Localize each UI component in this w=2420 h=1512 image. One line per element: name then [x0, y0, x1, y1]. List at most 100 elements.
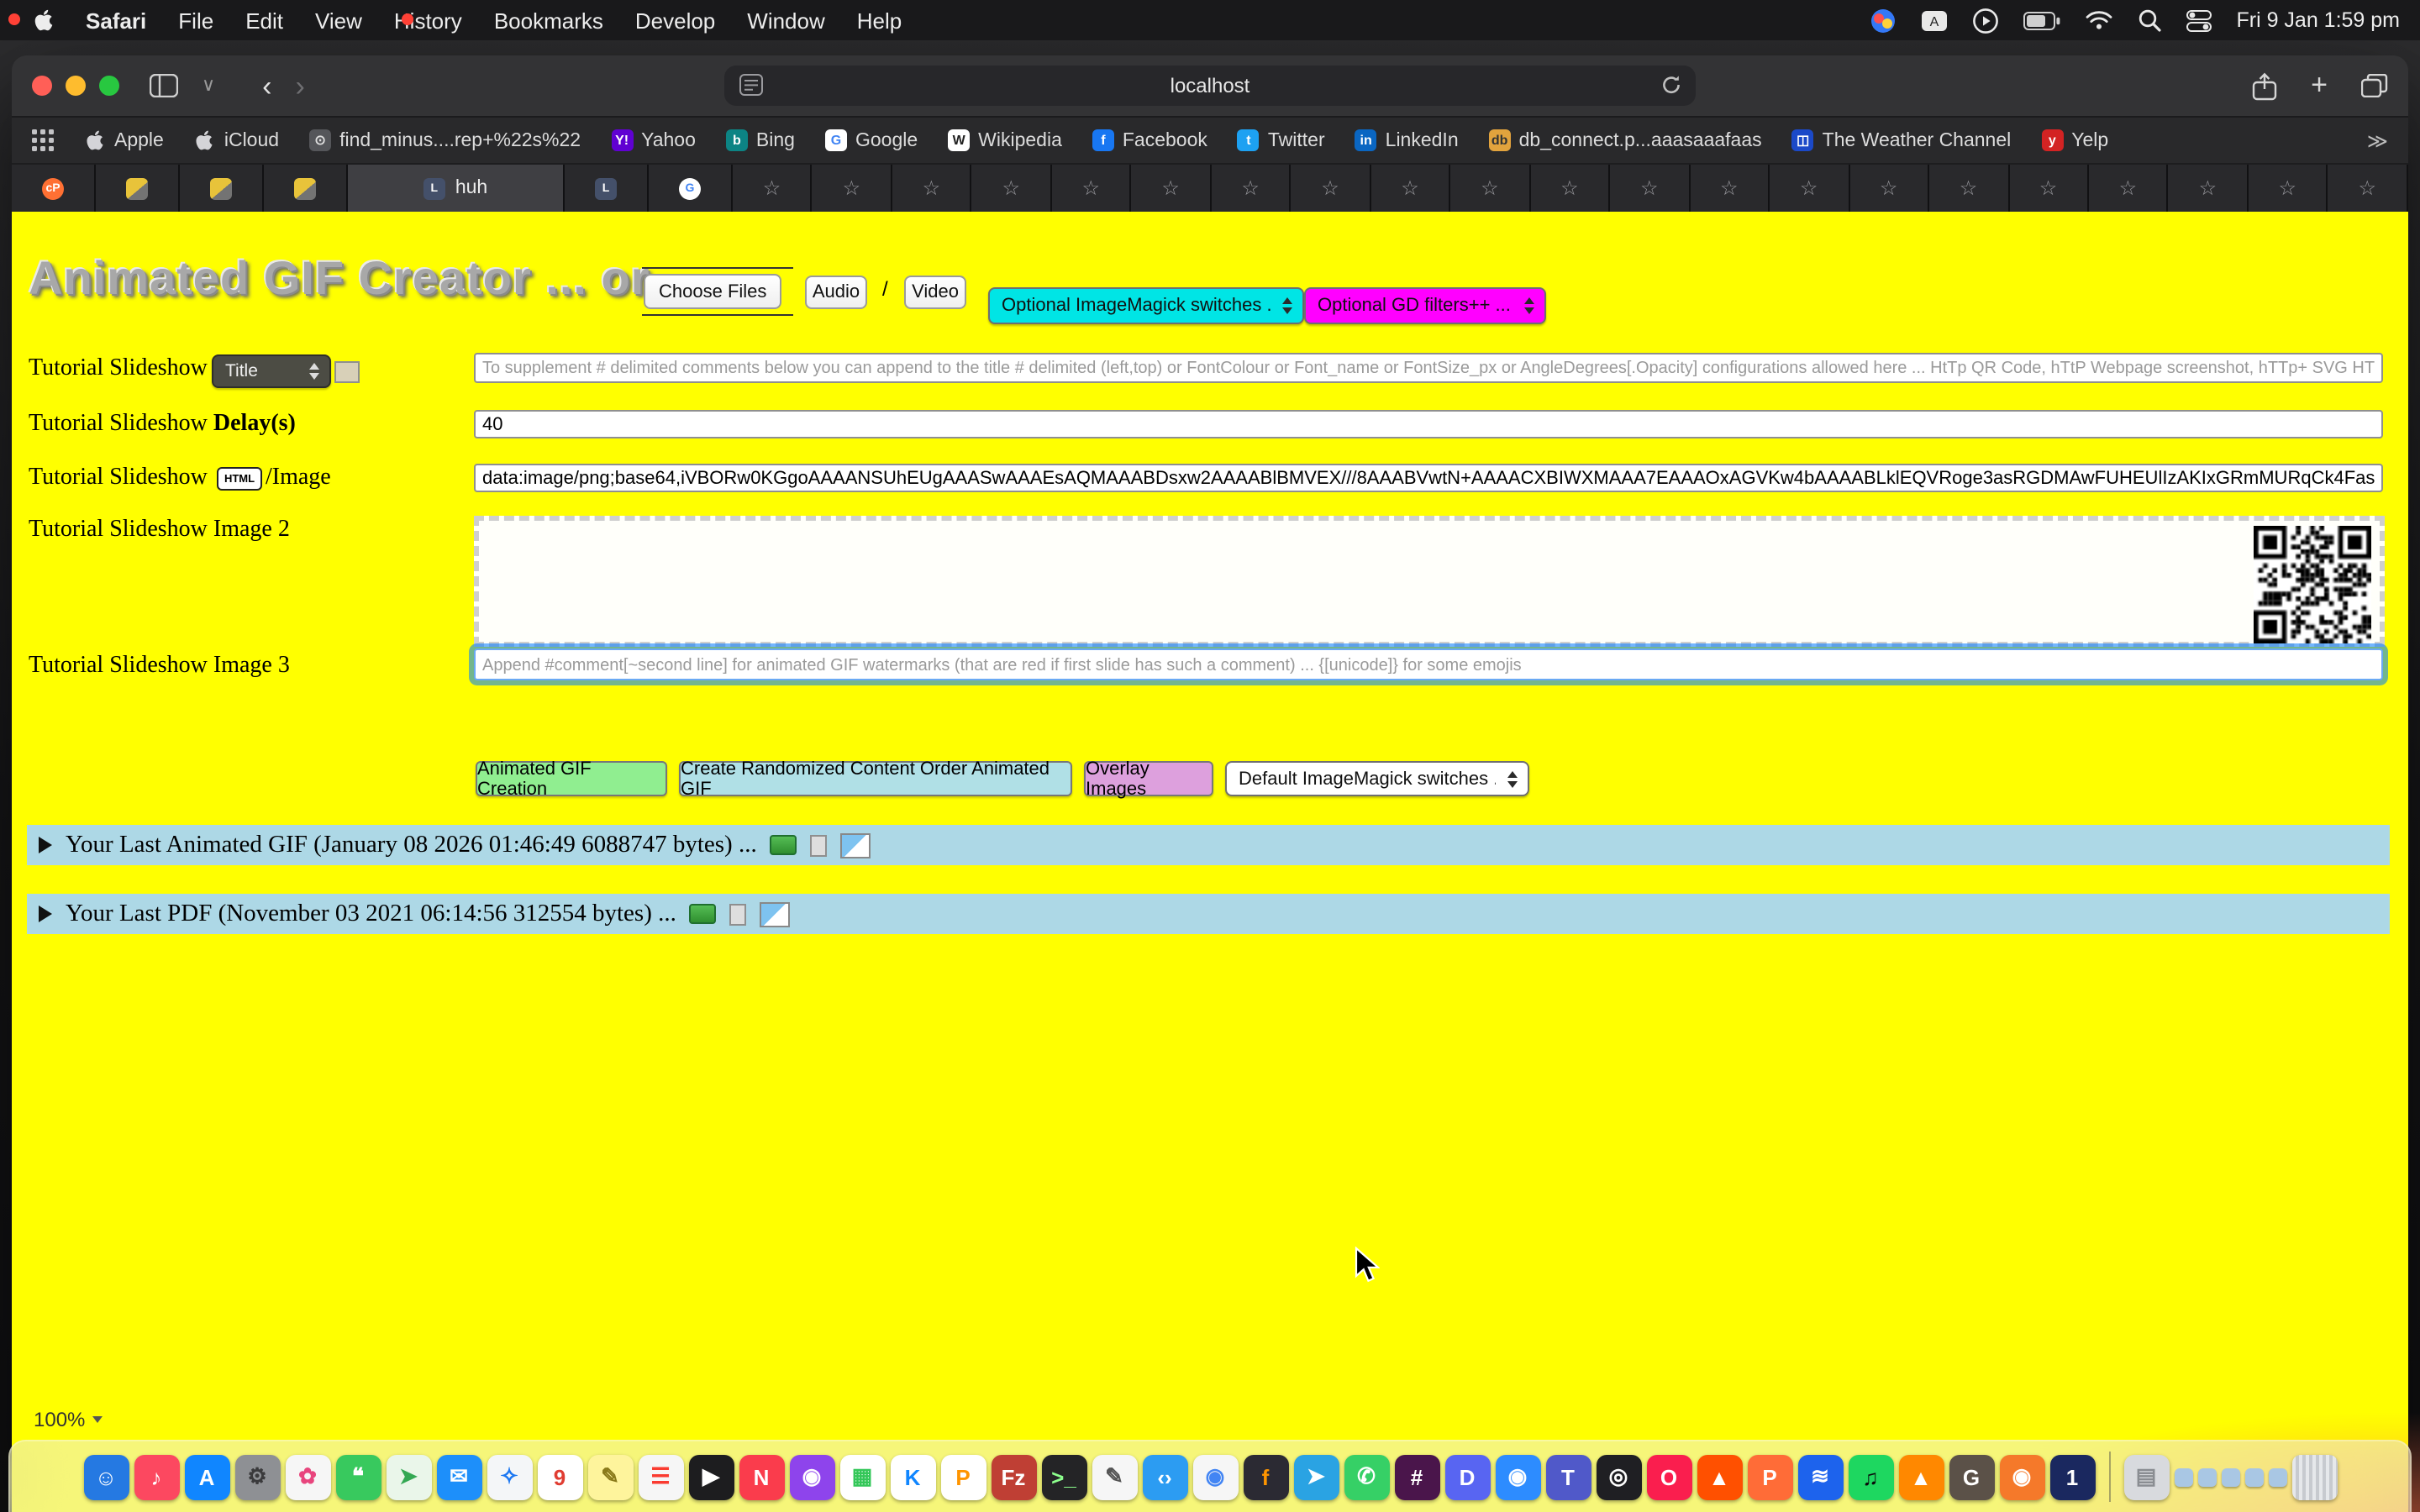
tab-star-16[interactable]: ☆: [1929, 165, 2009, 212]
title-config-input[interactable]: [474, 353, 2383, 383]
dock-icon-textedit[interactable]: ✎: [1092, 1454, 1137, 1499]
dock-icon-external-drive[interactable]: ▤: [2123, 1454, 2169, 1499]
tab-star-19[interactable]: ☆: [2169, 165, 2249, 212]
bookmark-wikipedia[interactable]: WWikipedia: [948, 129, 1062, 151]
tab-tool-1[interactable]: [96, 165, 180, 212]
tab-active-huh[interactable]: Lhuh: [348, 165, 565, 212]
address-bar[interactable]: localhost: [724, 66, 1696, 106]
dock-icon-brave[interactable]: ▲: [1697, 1454, 1742, 1499]
dock-icon-firefox[interactable]: f: [1243, 1454, 1288, 1499]
dock-icon-messages[interactable]: ❝: [335, 1454, 381, 1499]
tab-star-12[interactable]: ☆: [1610, 165, 1690, 212]
dock-icon-vlc[interactable]: ▲: [1898, 1454, 1944, 1499]
tab-star-20[interactable]: ☆: [2249, 165, 2328, 212]
dock-icon-obs[interactable]: ◎: [1596, 1454, 1641, 1499]
bookmark-google[interactable]: GGoogle: [825, 129, 918, 151]
randomized-gif-button[interactable]: Create Randomized Content Order Animated…: [679, 761, 1072, 796]
tab-star-11[interactable]: ☆: [1530, 165, 1610, 212]
share-icon[interactable]: [2252, 71, 2277, 100]
color-swatch-button[interactable]: [334, 361, 360, 383]
tab-star-3[interactable]: ☆: [892, 165, 972, 212]
dock-icon-news[interactable]: N: [739, 1454, 784, 1499]
tab-tool-3[interactable]: [264, 165, 348, 212]
dock-icon-tv[interactable]: ▶: [688, 1454, 734, 1499]
dock-icon-maps[interactable]: ➤: [386, 1454, 431, 1499]
dock-icon-opera[interactable]: O: [1646, 1454, 1691, 1499]
dock-icon-system-settings[interactable]: ⚙: [234, 1454, 280, 1499]
default-imagemagick-select[interactable]: Default ImageMagick switches ...: [1225, 761, 1529, 796]
menu-item-view[interactable]: View: [315, 8, 362, 33]
dock-icon-teams[interactable]: T: [1545, 1454, 1591, 1499]
battery-icon[interactable]: [2023, 11, 2060, 29]
dock-icon-filezilla[interactable]: Fz: [991, 1454, 1036, 1499]
dock-icon-chrome[interactable]: ◉: [1192, 1454, 1238, 1499]
last-pdf-accordion[interactable]: Your Last PDF (November 03 2021 06:14:56…: [27, 894, 2390, 934]
menu-item-file[interactable]: File: [178, 8, 213, 33]
close-window-button[interactable]: [32, 76, 52, 96]
bookmark-linkedin[interactable]: inLinkedIn: [1355, 129, 1459, 151]
tab-cpanel[interactable]: cP: [12, 165, 96, 212]
bookmark-yelp[interactable]: yYelp: [2041, 129, 2108, 151]
dock-icon-postman[interactable]: P: [1747, 1454, 1792, 1499]
dock-icon-spotify[interactable]: ♫: [1848, 1454, 1893, 1499]
tab-tool-2[interactable]: [180, 165, 264, 212]
dock-icon-music[interactable]: ♪: [134, 1454, 179, 1499]
last-animated-gif-accordion[interactable]: Your Last Animated GIF (January 08 2026 …: [27, 825, 2390, 865]
menu-item-edit[interactable]: Edit: [245, 8, 283, 33]
dock-icon-safari[interactable]: ✧: [487, 1454, 532, 1499]
dock-icon-mail[interactable]: ✉: [436, 1454, 481, 1499]
dock-icon-reminders[interactable]: ☰: [638, 1454, 683, 1499]
dock-minimized-window[interactable]: [2268, 1467, 2286, 1486]
audio-button[interactable]: Audio: [805, 276, 867, 309]
apple-menu[interactable]: [34, 8, 54, 32]
dock-icon-pages[interactable]: P: [940, 1454, 986, 1499]
page-zoom-widget[interactable]: 100%: [34, 1408, 102, 1431]
menubar-clock[interactable]: Fri 9 Jan 1:59 pm: [2236, 8, 2400, 32]
watermark-comment-input[interactable]: [474, 648, 2383, 680]
media-playback-icon[interactable]: [1972, 8, 1997, 33]
bookmark-facebook[interactable]: fFacebook: [1092, 129, 1207, 151]
tab-star-4[interactable]: ☆: [972, 165, 1052, 212]
spotlight-icon[interactable]: [2137, 8, 2160, 32]
dock-icon-podcasts[interactable]: ◉: [789, 1454, 834, 1499]
control-center-icon[interactable]: [2186, 9, 2211, 31]
tab-overview-icon[interactable]: [2361, 74, 2388, 97]
dock-icon-numbers[interactable]: ▦: [839, 1454, 885, 1499]
gif-media-icon[interactable]: [690, 904, 717, 924]
tab-google[interactable]: G: [649, 165, 733, 212]
minimize-window-button[interactable]: [66, 76, 86, 96]
dock-icon-finder[interactable]: ☺: [83, 1454, 129, 1499]
data-uri-input[interactable]: [474, 464, 2383, 492]
bookmark-apple[interactable]: Apple: [84, 129, 164, 151]
dock-icon-photos[interactable]: ✿: [285, 1454, 330, 1499]
tab-star-10[interactable]: ☆: [1450, 165, 1530, 212]
tab-star-8[interactable]: ☆: [1292, 165, 1371, 212]
image-preview-icon[interactable]: [760, 901, 791, 927]
dock-icon-zoom[interactable]: ◉: [1495, 1454, 1540, 1499]
forward-button[interactable]: ›: [295, 71, 304, 100]
tab-localhost[interactable]: L: [565, 165, 649, 212]
tab-star-13[interactable]: ☆: [1690, 165, 1770, 212]
dock-icon-1password[interactable]: 1: [2049, 1454, 2095, 1499]
tab-star-1[interactable]: ☆: [733, 165, 813, 212]
menubar-app-icon[interactable]: [1870, 8, 1895, 33]
dock-icon-terminal[interactable]: >_: [1041, 1454, 1086, 1499]
dock-icon-whatsapp[interactable]: ✆: [1344, 1454, 1389, 1499]
dock-icon-calendar[interactable]: 9: [537, 1454, 582, 1499]
reload-icon[interactable]: [1660, 74, 1682, 96]
tab-star-15[interactable]: ☆: [1849, 165, 1929, 212]
bookmark-bing[interactable]: bBing: [726, 129, 795, 151]
sidebar-chevron-icon[interactable]: ∨: [202, 76, 215, 95]
dock-icon-app-store[interactable]: A: [184, 1454, 229, 1499]
dock-icon-vscode[interactable]: ‹›: [1142, 1454, 1187, 1499]
tab-star-17[interactable]: ☆: [2009, 165, 2089, 212]
tab-star-5[interactable]: ☆: [1052, 165, 1132, 212]
gif-media-icon[interactable]: [771, 835, 797, 855]
file-input[interactable]: Choose Files: [642, 267, 793, 316]
dock-minimized-window[interactable]: [2174, 1467, 2192, 1486]
menu-item-develop[interactable]: Develop: [635, 8, 715, 33]
dock-minimized-window[interactable]: [2197, 1467, 2216, 1486]
file-icon[interactable]: [730, 903, 747, 925]
dock-minimized-window[interactable]: [2244, 1467, 2263, 1486]
bookmarks-overflow-chevron[interactable]: ≫: [2367, 129, 2388, 152]
